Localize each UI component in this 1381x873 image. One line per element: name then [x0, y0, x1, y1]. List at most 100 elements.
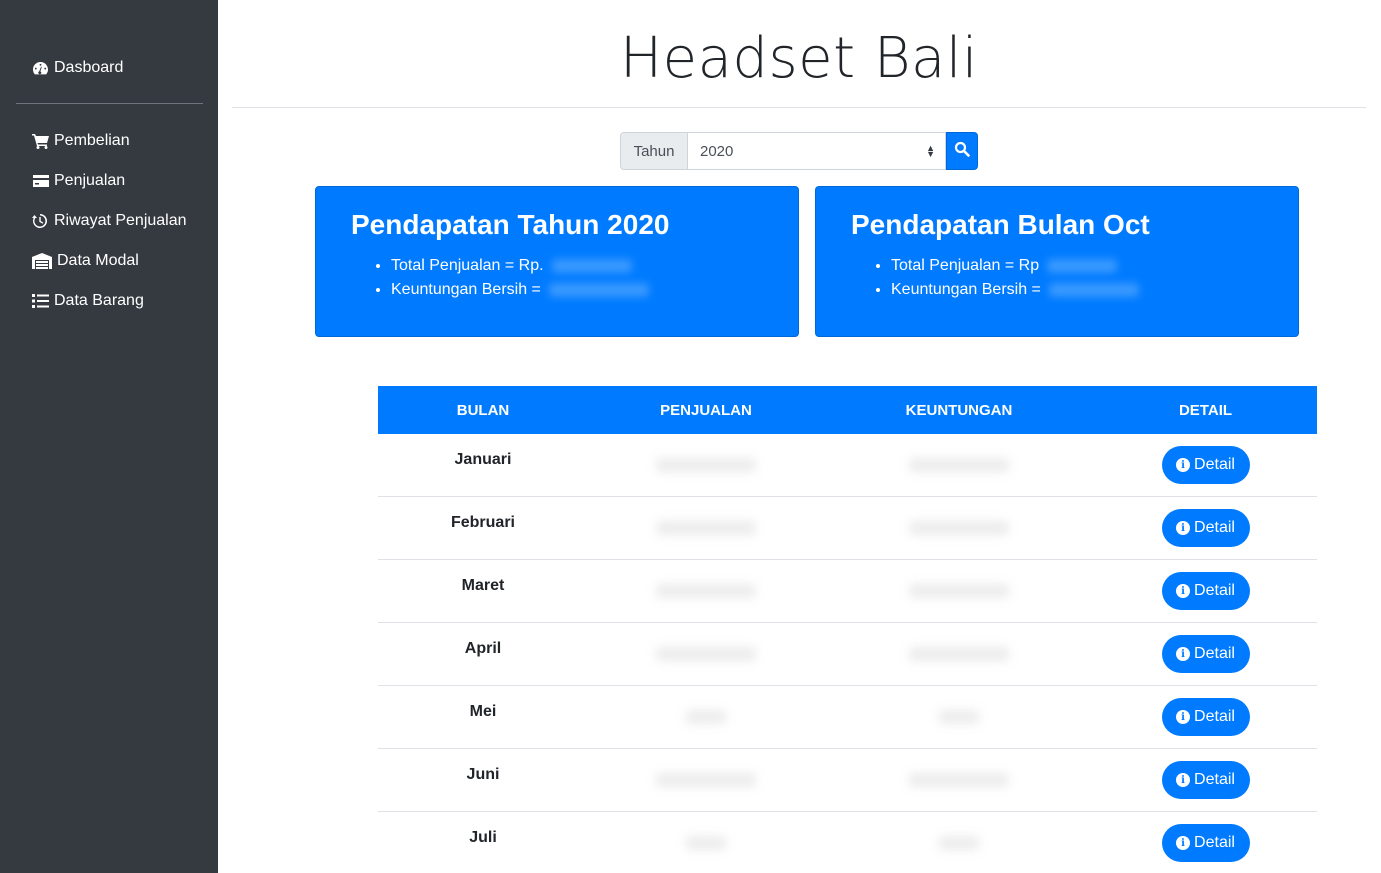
year-select-value: 2020 [700, 142, 734, 160]
sidebar-item-riwayat-penjualan[interactable]: Riwayat Penjualan [32, 212, 187, 230]
sidebar-divider [16, 103, 203, 104]
sidebar-item-pembelian[interactable]: Pembelian [32, 132, 130, 150]
detail-button[interactable]: i Detail [1161, 509, 1250, 547]
list-icon [32, 293, 54, 309]
month-cell: Maret [461, 577, 505, 594]
info-icon: i [1176, 710, 1191, 724]
title-divider [232, 107, 1366, 108]
sales-cell [588, 812, 824, 873]
redacted-value [909, 647, 1009, 661]
table-row: Mei i Detail [378, 686, 1317, 749]
monthly-table: BULAN PENJUALAN KEUNTUNGAN DETAIL Januar… [378, 386, 1317, 873]
detail-button[interactable]: i Detail [1161, 824, 1250, 862]
year-revenue-card: Pendapatan Tahun 2020 Total Penjualan = … [315, 186, 799, 337]
sidebar-item-label: Penjualan [54, 172, 126, 189]
redacted-value [939, 710, 979, 724]
detail-button[interactable]: i Detail [1161, 635, 1250, 673]
profit-cell [824, 686, 1094, 748]
page-title: Headset Bali [620, 26, 978, 91]
sidebar-item-label: Pembelian [54, 132, 130, 149]
sales-cell [588, 560, 824, 622]
profit-cell [824, 497, 1094, 559]
col-header-bulan: BULAN [456, 401, 510, 419]
detail-cell: i Detail [1094, 812, 1317, 873]
info-icon: i [1176, 647, 1191, 661]
month-cell: Juni [466, 766, 500, 783]
year-select[interactable]: 2020 ▲ ▼ [688, 132, 946, 170]
col-header-detail: DETAIL [1178, 401, 1233, 419]
search-button[interactable] [946, 132, 978, 170]
sales-cell [588, 686, 824, 748]
col-header-keuntungan: KEUNTUNGAN [905, 401, 1013, 419]
table-row: Juni i Detail [378, 749, 1317, 812]
sales-cell [588, 434, 824, 496]
redacted-value [656, 521, 756, 535]
sidebar-item-label: Data Barang [54, 292, 144, 309]
redacted-value [686, 710, 726, 724]
redacted-value [656, 584, 756, 598]
info-icon: i [1176, 521, 1191, 535]
redacted-value [1048, 282, 1139, 297]
card-item: Total Penjualan = Rp [891, 254, 1139, 278]
sidebar-item-label: Riwayat Penjualan [54, 212, 187, 229]
profit-cell [824, 749, 1094, 811]
redacted-value [656, 647, 756, 661]
table-row: Maret i Detail [378, 560, 1317, 623]
detail-button[interactable]: i Detail [1161, 446, 1250, 484]
col-header-penjualan: PENJUALAN [660, 401, 752, 419]
table-header: BULAN PENJUALAN KEUNTUNGAN DETAIL [378, 386, 1317, 434]
redacted-value [656, 773, 756, 787]
detail-button[interactable]: i Detail [1161, 572, 1250, 610]
info-icon: i [1176, 584, 1191, 598]
card-item: Total Penjualan = Rp. [391, 254, 649, 278]
detail-cell: i Detail [1094, 623, 1317, 685]
card-title: Pendapatan Bulan Oct [851, 209, 1150, 240]
search-icon [954, 141, 970, 162]
table-row: Januari i Detail [378, 434, 1317, 497]
sidebar-item-dasboard[interactable]: Dasboard [32, 59, 123, 77]
detail-button[interactable]: i Detail [1161, 698, 1250, 736]
info-icon: i [1176, 773, 1191, 787]
month-cell: April [464, 640, 502, 657]
tachometer-icon [32, 60, 54, 76]
redacted-value [939, 836, 979, 850]
month-revenue-card: Pendapatan Bulan Oct Total Penjualan = R… [815, 186, 1299, 337]
month-cell: Februari [450, 514, 515, 531]
detail-button[interactable]: i Detail [1161, 761, 1250, 799]
table-row: Juli i Detail [378, 812, 1317, 873]
redacted-value [548, 282, 649, 297]
table-row: Februari i Detail [378, 497, 1317, 560]
info-icon: i [1176, 836, 1191, 850]
card-item: Keuntungan Bersih = [391, 278, 649, 302]
profit-cell [824, 434, 1094, 496]
redacted-value [909, 584, 1009, 598]
sidebar: Dasboard Pembelian Penjualan Riwayat Pen… [0, 0, 218, 873]
redacted-value [656, 458, 756, 472]
redacted-value [551, 258, 632, 273]
card-title: Pendapatan Tahun 2020 [351, 209, 670, 240]
table-row: April i Detail [378, 623, 1317, 686]
redacted-value [909, 521, 1009, 535]
select-arrows-icon: ▲ ▼ [926, 143, 935, 159]
sales-cell [588, 749, 824, 811]
sales-cell [588, 497, 824, 559]
redacted-value [909, 458, 1009, 472]
sidebar-item-label: Data Modal [57, 252, 139, 269]
warehouse-icon [32, 253, 57, 269]
detail-cell: i Detail [1094, 434, 1317, 496]
detail-cell: i Detail [1094, 560, 1317, 622]
sidebar-item-label: Dasboard [54, 59, 124, 76]
detail-cell: i Detail [1094, 686, 1317, 748]
detail-cell: i Detail [1094, 749, 1317, 811]
sidebar-item-data-barang[interactable]: Data Barang [32, 292, 144, 310]
redacted-value [686, 836, 726, 850]
month-cell: Januari [454, 451, 512, 468]
month-cell: Juli [469, 829, 497, 846]
shopping-cart-icon [32, 133, 54, 149]
profit-cell [824, 560, 1094, 622]
redacted-value [1047, 258, 1118, 273]
detail-cell: i Detail [1094, 497, 1317, 559]
sidebar-item-penjualan[interactable]: Penjualan [32, 172, 125, 190]
sidebar-item-data-modal[interactable]: Data Modal [32, 252, 139, 270]
year-label: Tahun [620, 132, 688, 170]
